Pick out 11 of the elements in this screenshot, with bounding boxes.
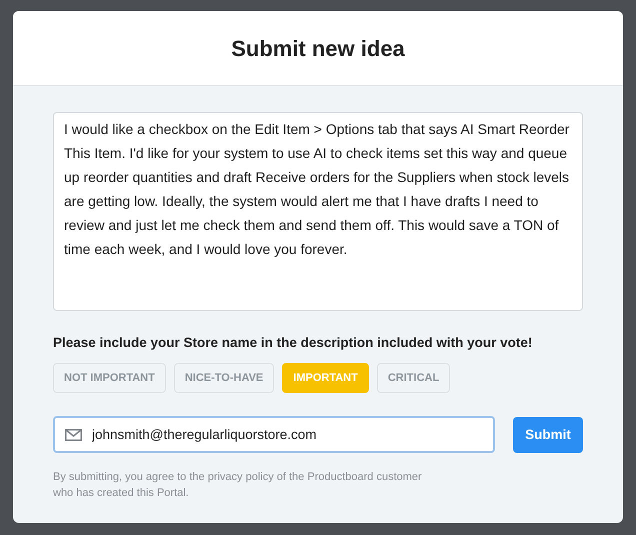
description-field[interactable]: I would like a checkbox on the Edit Item > Options tab that says AI Smart Reorder This Item. I'd like for your system to use AI to check items set this way and queue up reorder quantities and draft Receive orders for the Suppliers when stock levels are getting low. Ideally, the system would alert me that I have drafts I need to review and just let me check them and send them off. This would save a TON of time each week, and I would love you forever.: [53, 112, 583, 311]
importance-option[interactable]: CRITICAL: [376, 363, 450, 394]
email-field[interactable]: johnsmith@theregularliquorstore.com: [53, 416, 495, 454]
disclaimer-text: By submitting, you agree to the privacy policy of the Productboard customer who has created this Portal.: [53, 470, 423, 502]
importance-option[interactable]: IMPORTANT: [282, 363, 369, 394]
importance-option[interactable]: NOT IMPORTANT: [53, 363, 166, 394]
dialog-title: Submit new idea: [231, 34, 405, 62]
importance-label: Please include your Store name in the description included with your vote!: [53, 334, 534, 352]
importance-option[interactable]: NICE-TO-HAVE: [174, 363, 274, 394]
envelope-icon: [65, 429, 82, 442]
submit-button[interactable]: Submit: [513, 416, 583, 453]
